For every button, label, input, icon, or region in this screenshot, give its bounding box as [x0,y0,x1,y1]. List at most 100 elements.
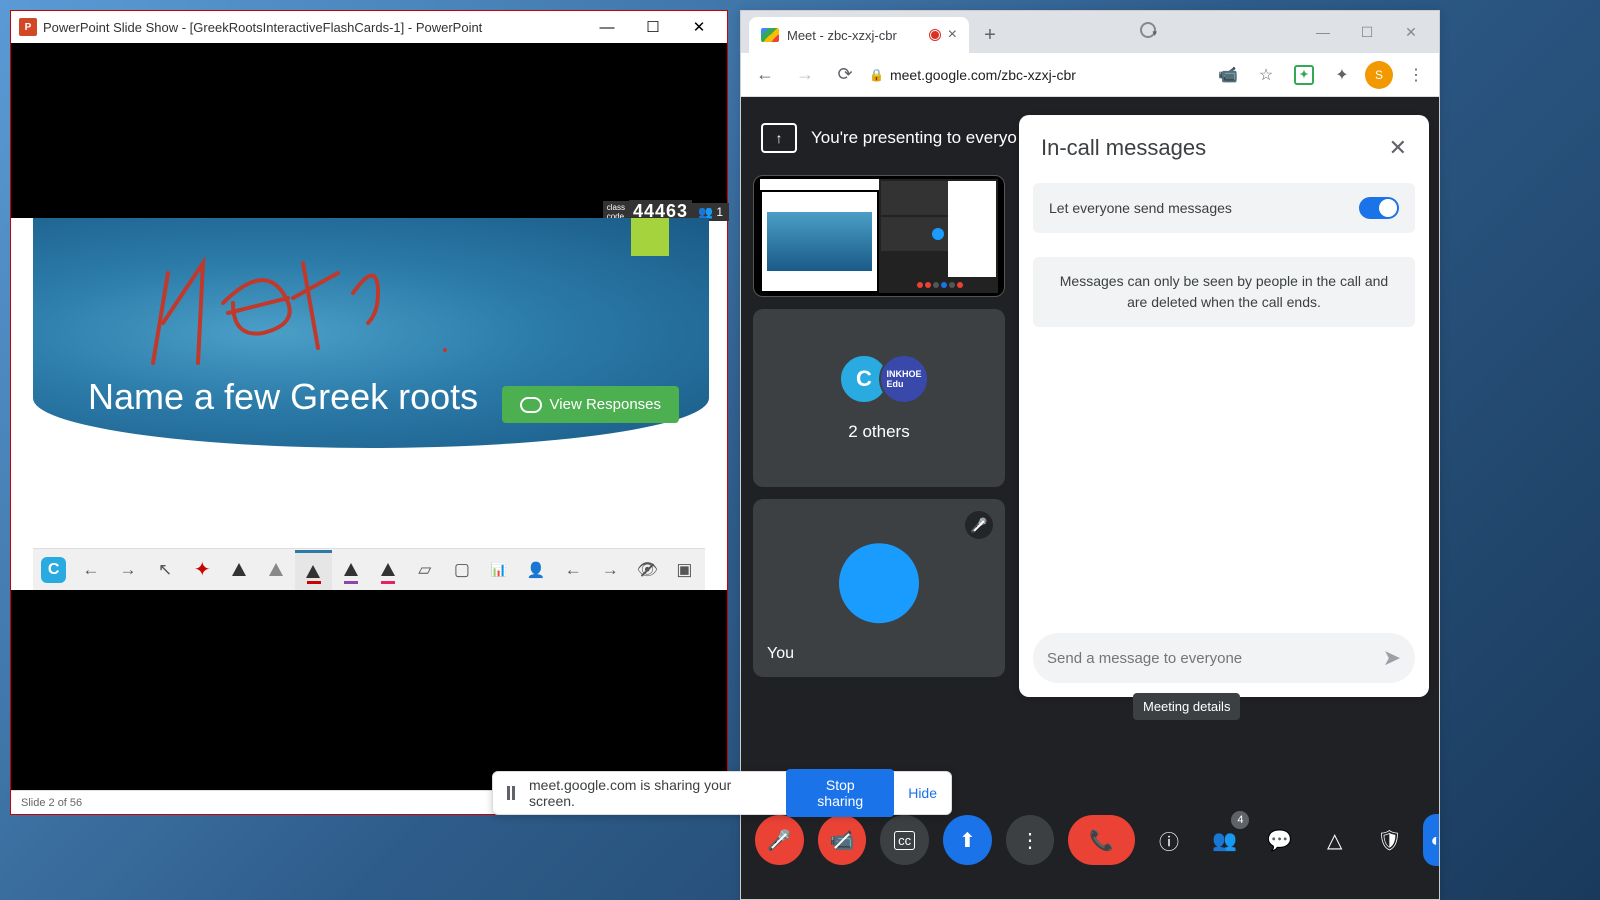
meet-controls-bar: 🎤 📹 cc ⬆ ⋮ 📞 ⓘ 👥 4 💬 △ 🛡 [741,809,1439,871]
slide-area[interactable]: classcode 44463 👥 1 Name a few Greek roo… [11,218,727,590]
chrome-menu-button[interactable]: ⋮ [1401,60,1431,90]
bookmark-star-icon[interactable]: ☆ [1251,60,1281,90]
stop-sharing-button[interactable]: Stop sharing [786,769,894,817]
host-controls-button[interactable]: 🛡 [1369,815,1410,865]
recording-indicator-icon [930,30,940,40]
pen-pink-tool[interactable] [369,550,406,590]
self-tile[interactable]: 🎤 You [753,499,1005,677]
presenting-banner: ↑ You're presenting to everyo [761,123,1017,153]
screen-share-tile[interactable] [753,175,1005,297]
pen-black-tool[interactable] [221,550,258,590]
pen-purple-tool[interactable] [332,550,369,590]
other-avatar-2: INKHOEEdu [879,354,929,404]
video-tiles: C INKHOEEdu 2 others 🎤 You [753,175,1005,689]
chat-title: In-call messages [1041,135,1206,161]
others-tile[interactable]: C INKHOEEdu 2 others [753,309,1005,487]
in-call-messages-panel: In-call messages ✕ Let everyone send mes… [1019,115,1429,697]
slide-content: Name a few Greek roots View Responses [33,218,709,448]
chat-permission-row: Let everyone send messages [1033,183,1415,233]
share-bar-text: meet.google.com is sharing your screen. [529,777,772,809]
reload-button[interactable]: ⟳ [829,59,861,91]
eraser-tool[interactable]: ▱ [406,550,443,590]
present-screen-icon: ↑ [761,123,797,153]
settings-tool[interactable]: ▣ [666,550,703,590]
next-slide-button[interactable]: → [109,550,146,590]
others-label: 2 others [848,422,909,442]
camera-indicator-icon[interactable]: 📹 [1213,60,1243,90]
slide-question-text: Name a few Greek roots [88,376,478,418]
chat-toggle-label: Let everyone send messages [1049,200,1232,216]
lock-icon: 🔒 [869,68,884,82]
new-tab-button[interactable]: + [975,20,1005,50]
redo-button[interactable]: → [592,550,629,590]
chrome-minimize-button[interactable]: — [1301,17,1345,47]
powerpoint-app-icon: P [19,18,37,36]
chat-input-row: ➤ [1033,633,1415,683]
browser-tab[interactable]: Meet - zbc-xzxj-cbr × [749,17,969,53]
powerpoint-window: P PowerPoint Slide Show - [GreekRootsInt… [10,10,728,815]
powerpoint-titlebar: P PowerPoint Slide Show - [GreekRootsInt… [11,11,727,43]
hide-share-bar-button[interactable]: Hide [908,785,937,801]
leave-call-button[interactable]: 📞 [1068,815,1134,865]
chat-info-text: Messages can only be seen by people in t… [1033,257,1415,327]
people-count-badge: 4 [1231,811,1249,829]
side-panel-toggle[interactable]: ◐ [1423,814,1439,866]
pick-name-tool[interactable]: 👤 [518,550,555,590]
camera-toggle-button[interactable]: 📹 [818,815,867,865]
share-pause-icon[interactable] [507,786,515,800]
view-responses-button[interactable]: View Responses [502,386,679,423]
chrome-toolbar: ← → ⟳ 🔒 meet.google.com/zbc-xzxj-cbr 📹 ☆… [741,53,1439,97]
activities-button[interactable]: △ [1314,815,1355,865]
chat-message-input[interactable] [1047,650,1383,667]
poll-tool[interactable]: 📊 [480,550,517,590]
whiteboard-tool[interactable]: ▢ [443,550,480,590]
view-responses-label: View Responses [550,396,661,413]
chrome-close-button[interactable]: ✕ [1389,17,1433,47]
chat-permission-toggle[interactable] [1359,197,1399,219]
tab-close-button[interactable]: × [948,26,957,44]
profile-avatar[interactable]: S [1365,61,1393,89]
meeting-details-button[interactable]: ⓘ [1149,815,1190,865]
chat-header: In-call messages ✕ [1019,115,1429,173]
chrome-window: Meet - zbc-xzxj-cbr × + — ☐ ✕ ← → ⟳ 🔒 me… [740,10,1440,900]
slide-counter: Slide 2 of 56 [21,797,82,809]
tab-title: Meet - zbc-xzxj-cbr [787,28,897,43]
more-options-button[interactable]: ⋮ [1006,815,1055,865]
pen-red-tool[interactable] [295,550,332,590]
close-button[interactable]: ✕ [679,12,719,42]
back-button[interactable]: ← [749,59,781,91]
participant-number: 1 [716,205,723,219]
slide-black-top [11,43,727,218]
chat-send-button[interactable]: ➤ [1383,645,1401,671]
search-tabs-button[interactable] [1140,22,1156,38]
extensions-puzzle-icon[interactable]: ✦ [1327,60,1357,90]
others-avatars: C INKHOEEdu [839,354,919,404]
annotation-toolbar: C ← → ↖ ✦ ▱ ▢ 📊 👤 ← → 👁 ▣ [33,548,705,590]
presenting-text: You're presenting to everyo [811,128,1017,148]
maximize-button[interactable]: ☐ [633,12,673,42]
hide-toolbar-button[interactable]: 👁 [629,550,666,590]
pointer-tool[interactable]: ↖ [147,550,184,590]
extension-grammarly-icon[interactable]: ✦ [1289,60,1319,90]
laser-tool[interactable]: ✦ [184,550,221,590]
chat-button[interactable]: 💬 [1259,815,1300,865]
self-muted-icon: 🎤 [965,511,993,539]
captions-button[interactable]: cc [880,815,929,865]
meet-favicon-icon [761,28,779,42]
mic-toggle-button[interactable]: 🎤 [755,815,804,865]
url-text: meet.google.com/zbc-xzxj-cbr [890,67,1076,83]
chat-close-button[interactable]: ✕ [1389,135,1407,161]
address-bar[interactable]: 🔒 meet.google.com/zbc-xzxj-cbr [869,67,1205,83]
meeting-details-tooltip: Meeting details [1133,693,1240,720]
present-button[interactable]: ⬆ [943,815,992,865]
forward-button[interactable]: → [789,59,821,91]
chrome-maximize-button[interactable]: ☐ [1345,17,1389,47]
screen-share-bar: meet.google.com is sharing your screen. … [492,771,952,815]
avatar-letter: S [1375,68,1383,82]
prev-slide-button[interactable]: ← [72,550,109,590]
minimize-button[interactable]: — [587,12,627,42]
classpoint-logo-icon[interactable]: C [41,557,66,583]
cloud-icon [520,397,542,413]
highlighter-tool[interactable] [258,550,295,590]
undo-button[interactable]: ← [555,550,592,590]
